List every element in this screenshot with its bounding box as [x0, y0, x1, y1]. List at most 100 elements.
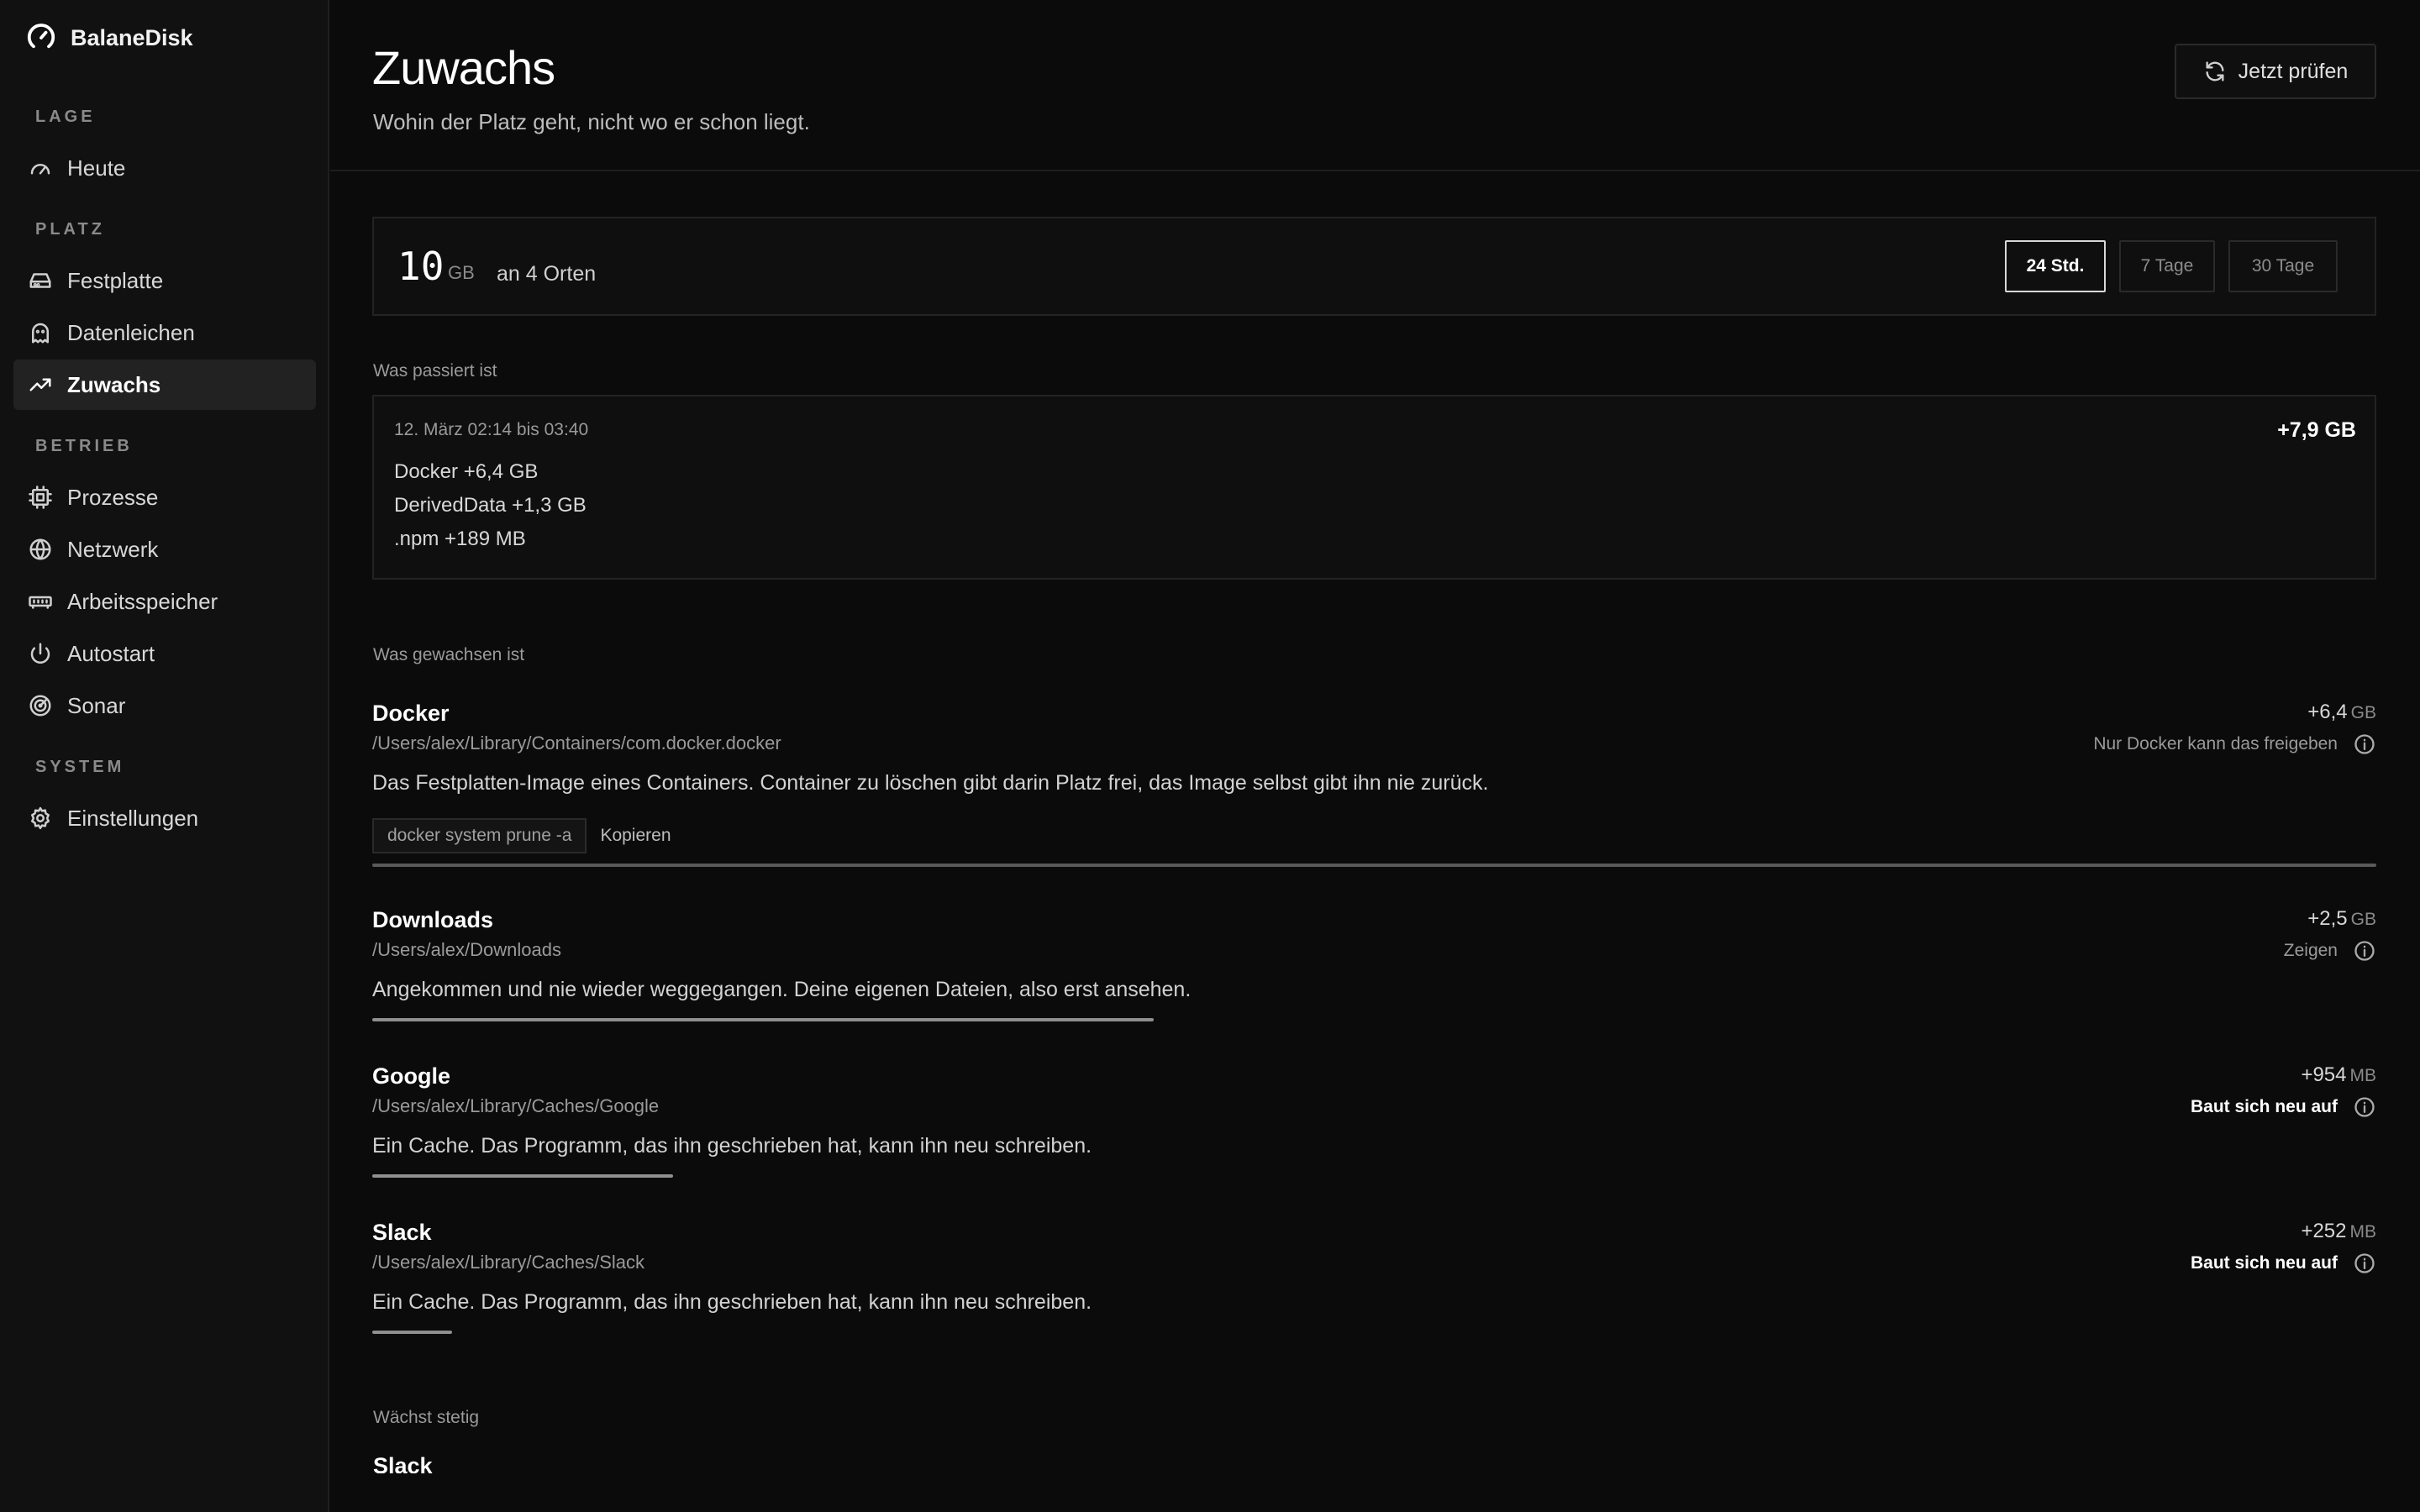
- range-30d-button[interactable]: 30 Tage: [2228, 240, 2338, 292]
- item-name: Docker: [372, 701, 450, 726]
- item-action-label: Baut sich neu auf: [2190, 1253, 2338, 1273]
- item-name: Google: [372, 1063, 450, 1089]
- power-icon: [27, 640, 54, 667]
- item-name: Slack: [372, 1220, 432, 1245]
- item-delta: +2,5 GB: [2307, 907, 2376, 931]
- sidebar-item-label: Heute: [67, 155, 126, 181]
- item-delta: +252 MB: [2301, 1220, 2376, 1243]
- info-icon[interactable]: [2353, 1252, 2376, 1275]
- trending-up-icon: [27, 371, 54, 398]
- item-description: Ein Cache. Das Programm, das ihn geschri…: [372, 1290, 1092, 1314]
- nav-section-platz: PLATZ: [35, 220, 105, 239]
- sidebar-item-label: Arbeitsspeicher: [67, 588, 218, 614]
- cpu-icon: [27, 484, 54, 511]
- command-row: docker system prune -a Kopieren: [372, 818, 671, 853]
- range-24h-button[interactable]: 24 Std.: [2005, 240, 2106, 292]
- item-path: /Users/alex/Downloads: [372, 939, 561, 960]
- sidebar-item-sonar[interactable]: Sonar: [13, 680, 316, 731]
- item-delta-unit: GB: [2350, 703, 2376, 722]
- sidebar-item-label: Festplatte: [67, 267, 164, 293]
- item-share-bar: [372, 864, 2376, 867]
- item-delta: +6,4 GB: [2307, 701, 2376, 724]
- summary-bar: 10 GB an 4 Orten 24 Std. 7 Tage 30 Tage: [372, 217, 2376, 316]
- item-delta-value: +2,5: [2307, 907, 2348, 930]
- app-name: BalaneDisk: [71, 24, 193, 50]
- item-name: Downloads: [372, 907, 494, 932]
- range-7d-button[interactable]: 7 Tage: [2119, 240, 2215, 292]
- item-path: /Users/alex/Library/Caches/Slack: [372, 1252, 645, 1273]
- sidebar-item-autostart[interactable]: Autostart: [13, 628, 316, 679]
- refresh-icon: [2206, 61, 2224, 81]
- page-subtitle: Wohin der Platz geht, nicht wo er schon …: [373, 109, 810, 134]
- item-description: Ein Cache. Das Programm, das ihn geschri…: [372, 1134, 1092, 1158]
- summary-locations: an 4 Orten: [497, 262, 597, 286]
- growth-item-slack: Slack /Users/alex/Library/Caches/Slack E…: [372, 1220, 2376, 1337]
- sidebar-item-heute[interactable]: Heute: [13, 143, 316, 193]
- item-delta: +954 MB: [2301, 1063, 2376, 1087]
- info-icon[interactable]: [2353, 732, 2376, 756]
- nav-section-betrieb: BETRIEB: [35, 437, 133, 455]
- item-action[interactable]: Baut sich neu auf: [2191, 1095, 2376, 1119]
- nav-section-lage: LAGE: [35, 108, 96, 126]
- sidebar-item-arbeitsspeicher[interactable]: Arbeitsspeicher: [13, 576, 316, 627]
- info-icon[interactable]: [2353, 1095, 2376, 1119]
- growth-item-docker: Docker /Users/alex/Library/Containers/co…: [372, 701, 2376, 869]
- gear-icon: [27, 805, 54, 832]
- item-action-label: Baut sich neu auf: [2190, 1097, 2338, 1116]
- memory-icon: [27, 588, 54, 615]
- item-path: /Users/alex/Library/Containers/com.docke…: [372, 732, 781, 753]
- gauge-icon: [27, 155, 54, 181]
- item-action[interactable]: Zeigen: [2284, 939, 2376, 963]
- check-now-label: Jetzt prüfen: [2238, 59, 2349, 83]
- item-action[interactable]: Nur Docker kann das freigeben: [2093, 732, 2376, 756]
- main-content: Zuwachs Wohin der Platz geht, nicht wo e…: [330, 0, 2420, 1512]
- growth-item-google: Google /Users/alex/Library/Caches/Google…: [372, 1063, 2376, 1181]
- item-share-bar: [372, 1018, 1154, 1021]
- item-delta-unit: MB: [2349, 1222, 2377, 1242]
- sidebar-item-label: Datenleichen: [67, 319, 195, 345]
- steady-item-name: Slack: [373, 1453, 433, 1473]
- item-path: /Users/alex/Library/Caches/Google: [372, 1095, 660, 1116]
- command-code[interactable]: docker system prune -a: [372, 818, 587, 853]
- item-delta-value: +954: [2301, 1063, 2347, 1086]
- page-header: Zuwachs Wohin der Platz geht, nicht wo e…: [330, 0, 2420, 171]
- event-total: +7,9 GB: [2277, 418, 2356, 442]
- item-action[interactable]: Baut sich neu auf: [2191, 1252, 2376, 1275]
- ghost-icon: [27, 319, 54, 346]
- sidebar-item-label: Prozesse: [67, 484, 159, 510]
- event-card: 12. März 02:14 bis 03:40 +7,9 GB Docker …: [372, 395, 2376, 580]
- sidebar-item-label: Netzwerk: [67, 536, 159, 562]
- globe-icon: [27, 536, 54, 563]
- sidebar-item-label: Zuwachs: [67, 371, 161, 397]
- copy-button[interactable]: Kopieren: [600, 826, 671, 846]
- item-description: Das Festplatten-Image eines Containers. …: [372, 771, 1489, 795]
- sidebar-item-prozesse[interactable]: Prozesse: [13, 472, 316, 522]
- event-line: DerivedData +1,3 GB: [394, 494, 587, 517]
- summary-unit: GB: [448, 262, 475, 283]
- sidebar-item-netzwerk[interactable]: Netzwerk: [13, 524, 316, 575]
- sidebar-item-zuwachs[interactable]: Zuwachs: [13, 360, 316, 410]
- item-action-label: Zeigen: [2283, 941, 2338, 960]
- check-now-button[interactable]: Jetzt prüfen: [2175, 44, 2376, 99]
- item-delta-unit: MB: [2349, 1066, 2377, 1085]
- item-description: Angekommen und nie wieder weggegangen. D…: [372, 978, 1192, 1001]
- growth-item-downloads: Downloads /Users/alex/Downloads Angekomm…: [372, 907, 2376, 1025]
- item-share-bar: [372, 1174, 673, 1178]
- info-icon[interactable]: [2353, 939, 2376, 963]
- summary-value: 10: [397, 244, 445, 289]
- radar-icon: [27, 692, 54, 719]
- item-delta-value: +6,4: [2307, 701, 2348, 723]
- sidebar-item-einstellungen[interactable]: Einstellungen: [13, 793, 316, 843]
- sidebar-item-datenleichen[interactable]: Datenleichen: [13, 307, 316, 358]
- section-label-events: Was passiert ist: [373, 361, 497, 381]
- nav-section-system: SYSTEM: [35, 758, 125, 776]
- gauge-logo-icon: [27, 24, 55, 49]
- item-action-label: Nur Docker kann das freigeben: [2093, 734, 2338, 753]
- sidebar-item-festplatte[interactable]: Festplatte: [13, 255, 316, 306]
- event-time: 12. März 02:14 bis 03:40: [394, 420, 589, 439]
- page-title: Zuwachs: [372, 41, 555, 94]
- sidebar: BalaneDisk LAGE Heute PLATZ Festplatte D…: [0, 0, 329, 1512]
- sidebar-item-label: Autostart: [67, 640, 155, 666]
- range-selector: 24 Std. 7 Tage 30 Tage: [2005, 240, 2338, 292]
- section-label-growth: Was gewachsen ist: [373, 645, 525, 664]
